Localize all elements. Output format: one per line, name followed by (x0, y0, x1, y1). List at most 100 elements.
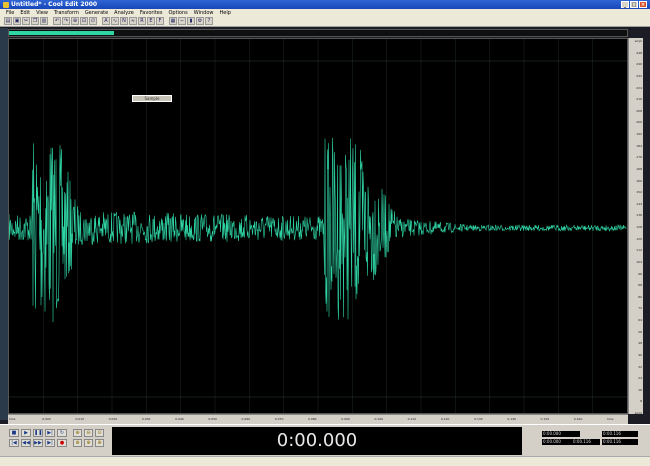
save-icon[interactable]: ▣ (13, 17, 21, 25)
waveform-view-icon[interactable]: ∼ (178, 17, 186, 25)
filter-icon[interactable]: F (156, 17, 164, 25)
menu-view[interactable]: View (36, 10, 48, 16)
time-tick-label: 0.120 (440, 417, 450, 421)
silence-icon[interactable]: ∅ (89, 17, 97, 25)
zoom-full-icon[interactable]: ⊙ (95, 429, 104, 437)
time-tick-label: 0.060 (241, 417, 251, 421)
time-tick-label: 0.130 (474, 417, 483, 421)
app-icon (3, 1, 9, 8)
ruler-tick-label: 184 (636, 143, 642, 148)
menu-window[interactable]: Window (194, 10, 214, 16)
ruler-tick-label: 16 (638, 387, 642, 392)
trim-icon[interactable]: ⊡ (80, 17, 88, 25)
go-to-start-button[interactable]: |◀ (9, 439, 19, 447)
menu-help[interactable]: Help (219, 10, 230, 16)
left-edge (0, 28, 8, 420)
minimize-button[interactable]: _ (621, 1, 629, 8)
ruler-tick-label: 248 (636, 50, 642, 55)
selection-begin[interactable]: 0:00.000 (542, 431, 580, 437)
view-end[interactable]: 0:00.116 (572, 439, 600, 445)
selection-length[interactable]: 0:00.116 (602, 431, 638, 437)
menu-analyze[interactable]: Analyze (114, 10, 134, 16)
ruler-tick-label: 144 (636, 201, 642, 206)
toolbar: ▤ ▣ ✂ ❐ ▥ ↶ ↷ ⊕ ⊡ ∅ A ∿ N ≈ R E F ▦ ∼ ▮ … (0, 16, 650, 27)
ruler-tick-label: 160 (636, 178, 642, 183)
menu-file[interactable]: File (6, 10, 14, 16)
window-title: Untitled* - Cool Edit 2000 (11, 1, 98, 8)
ruler-tick-label: 200 (636, 120, 642, 125)
zoom-in-horizontal-icon[interactable]: ⊕ (73, 429, 82, 437)
play-button[interactable]: ▶ (21, 429, 31, 437)
go-to-end-button[interactable]: ▶| (45, 439, 55, 447)
ruler-tick-label: 128 (636, 225, 642, 229)
echo-icon[interactable]: E (147, 17, 155, 25)
pause-button[interactable]: ❚❚ (33, 429, 43, 437)
menu-transform[interactable]: Transform (54, 10, 79, 16)
stop-button[interactable]: ■ (9, 429, 19, 437)
ruler-tick-label: 208 (636, 108, 642, 113)
time-tick-label: 0.040 (175, 417, 184, 421)
time-display: 0:00.000 (112, 427, 522, 455)
play-to-end-button[interactable]: ▶| (45, 429, 55, 437)
copy-icon[interactable]: ❐ (31, 17, 39, 25)
ruler-tick-label: 24 (638, 376, 642, 381)
ruler-tick-label: 224 (636, 85, 642, 90)
zoom-in-vertical-icon[interactable]: ⊕ (95, 439, 104, 447)
help-icon[interactable]: ? (205, 17, 213, 25)
spectral-view-icon[interactable]: ▦ (169, 17, 177, 25)
cut-icon[interactable]: ✂ (22, 17, 30, 25)
undo-icon[interactable]: ↶ (53, 17, 61, 25)
ruler-tick-label: 64 (638, 318, 642, 322)
ruler-tick-label: 104 (636, 259, 642, 264)
ruler-tick-label: smpl (634, 39, 642, 43)
time-tick-label: 0.090 (341, 417, 350, 421)
time-tick-label: 0.100 (374, 417, 384, 421)
ruler-tick-label: 88 (638, 283, 642, 288)
time-tick-label: 0.050 (208, 417, 217, 421)
reverb-icon[interactable]: R (138, 17, 146, 25)
ruler-tick-label: smpl (634, 411, 642, 415)
menu-options[interactable]: Options (168, 10, 187, 16)
zoom-out-horizontal-icon[interactable]: ⊖ (84, 429, 93, 437)
menu-edit[interactable]: Edit (20, 10, 30, 16)
waveform-display[interactable] (8, 38, 628, 414)
fast-forward-button[interactable]: ▶▶ (33, 439, 43, 447)
menu-generate[interactable]: Generate (85, 10, 108, 16)
overview-range[interactable] (9, 31, 115, 35)
ruler-tick-label: 72 (638, 306, 642, 311)
ruler-tick-label: 232 (636, 73, 642, 78)
time-tick-label: 0.160 (573, 417, 583, 421)
settings-icon[interactable]: ⚙ (196, 17, 204, 25)
time-tick-label: hms (9, 417, 16, 421)
overview-bar[interactable] (8, 29, 628, 37)
time-tick-label: 0.010 (75, 417, 85, 421)
loop-button[interactable]: ↻ (57, 429, 67, 437)
time-tick-label: 0.110 (407, 417, 417, 421)
ruler-tick-label: 120 (636, 236, 642, 241)
frequency-analysis-icon[interactable]: ▮ (187, 17, 195, 25)
menu-favorites[interactable]: Favorites (140, 10, 163, 16)
envelope-icon[interactable]: ∿ (111, 17, 119, 25)
noise-reduction-icon[interactable]: ≈ (129, 17, 137, 25)
record-button[interactable]: ● (57, 439, 67, 447)
amplify-icon[interactable]: A (102, 17, 110, 25)
time-tick-label: hms (607, 417, 614, 421)
maximize-button[interactable]: □ (630, 1, 638, 8)
ruler-tick-label: 56 (638, 329, 642, 334)
ruler-tick-label: 8 (640, 399, 642, 404)
time-tick-label: 0.140 (507, 417, 516, 421)
close-button[interactable]: × (639, 1, 647, 8)
view-length[interactable]: 0:00.116 (602, 439, 638, 445)
ruler-tick-label: 80 (638, 294, 642, 299)
ruler-tick-label: 96 (638, 271, 642, 276)
rewind-button[interactable]: ◀◀ (21, 439, 31, 447)
normalize-icon[interactable]: N (120, 17, 128, 25)
redo-icon[interactable]: ↷ (62, 17, 70, 25)
zoom-in-left-icon[interactable]: ⊕ (73, 439, 82, 447)
zoom-in-right-icon[interactable]: ⊕ (84, 439, 93, 447)
time-tick-label: 0.070 (274, 417, 284, 421)
open-file-icon[interactable]: ▤ (4, 17, 12, 25)
waveform-svg (9, 39, 627, 413)
mix-paste-icon[interactable]: ⊕ (71, 17, 79, 25)
paste-icon[interactable]: ▥ (40, 17, 48, 25)
